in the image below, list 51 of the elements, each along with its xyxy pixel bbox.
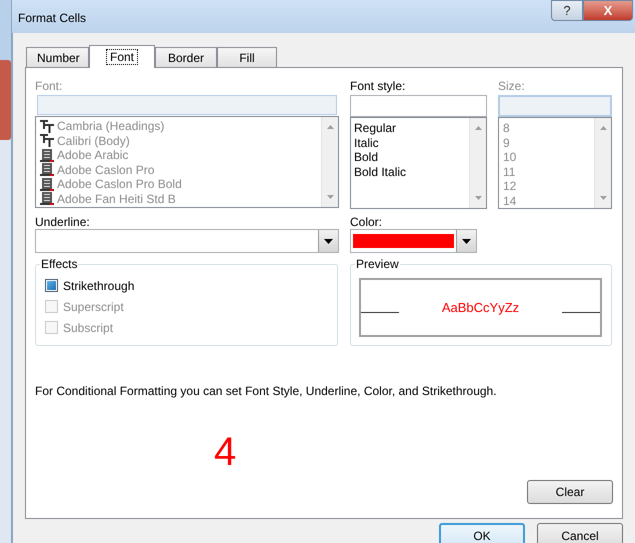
font-style-item[interactable]: Bold Italic bbox=[354, 164, 469, 179]
help-button[interactable]: ? bbox=[551, 0, 583, 21]
scroll-down-icon[interactable] bbox=[600, 196, 606, 200]
close-button[interactable]: X bbox=[583, 0, 633, 21]
scroll-down-icon[interactable] bbox=[326, 195, 334, 199]
font-style-item[interactable]: Regular bbox=[354, 121, 469, 136]
tab[interactable]: Border bbox=[155, 47, 217, 67]
scroll-bar[interactable] bbox=[594, 118, 611, 208]
checkbox[interactable] bbox=[45, 279, 58, 292]
effects-title: Effects bbox=[40, 257, 78, 271]
ok-button[interactable]: OK bbox=[439, 523, 525, 543]
tab[interactable]: Font bbox=[89, 45, 155, 68]
info-text: For Conditional Formatting you can set Font Style, Underline, Color, and Strikethrough. bbox=[35, 383, 498, 400]
font-style-list[interactable]: Regular Italic Bold Bold Italic bbox=[350, 117, 487, 209]
scroll-down-icon[interactable] bbox=[474, 196, 482, 200]
font-file-icon bbox=[40, 163, 54, 176]
font-file-icon bbox=[40, 178, 54, 191]
annotation-number: 4 bbox=[214, 432, 238, 472]
scroll-bar[interactable] bbox=[469, 118, 486, 208]
scroll-up-icon[interactable] bbox=[600, 126, 606, 130]
truetype-icon bbox=[40, 134, 54, 148]
clear-button[interactable]: Clear bbox=[527, 480, 613, 504]
font-name-field[interactable] bbox=[37, 95, 337, 115]
font-file-icon bbox=[40, 148, 54, 162]
underline-label: Underline: bbox=[35, 214, 91, 229]
checkbox-label: Superscript bbox=[63, 298, 124, 316]
truetype-icon bbox=[40, 120, 54, 133]
font-style-field[interactable] bbox=[350, 95, 487, 117]
font-style-label: Font style: bbox=[350, 78, 406, 95]
preview-sample: AaBbCcYyZz bbox=[440, 298, 520, 317]
font-style-item[interactable]: Bold bbox=[354, 150, 469, 164]
scroll-bar[interactable] bbox=[321, 117, 338, 207]
font-file-icon bbox=[40, 192, 54, 206]
font-label: Font: bbox=[35, 78, 64, 95]
checkbox-label: Strikethrough bbox=[63, 278, 134, 294]
size-field[interactable] bbox=[498, 95, 612, 117]
color-label: Color: bbox=[350, 214, 384, 229]
cancel-button[interactable]: Cancel bbox=[537, 523, 623, 543]
scroll-up-icon[interactable] bbox=[474, 126, 482, 130]
dropdown-arrow-icon bbox=[462, 238, 471, 244]
preview-title: Preview bbox=[355, 257, 400, 271]
font-style-item[interactable]: Italic bbox=[354, 136, 469, 150]
size-label: Size: bbox=[498, 78, 526, 95]
checkbox-label: Subscript bbox=[63, 320, 114, 336]
color-dropdown[interactable] bbox=[350, 229, 477, 253]
scroll-up-icon[interactable] bbox=[326, 125, 334, 129]
tab[interactable]: Fill bbox=[217, 47, 277, 67]
tab[interactable]: Number bbox=[26, 47, 89, 67]
window-title: Format Cells bbox=[18, 10, 86, 27]
dropdown-arrow-icon bbox=[324, 238, 333, 244]
underline-dropdown[interactable] bbox=[35, 229, 339, 253]
